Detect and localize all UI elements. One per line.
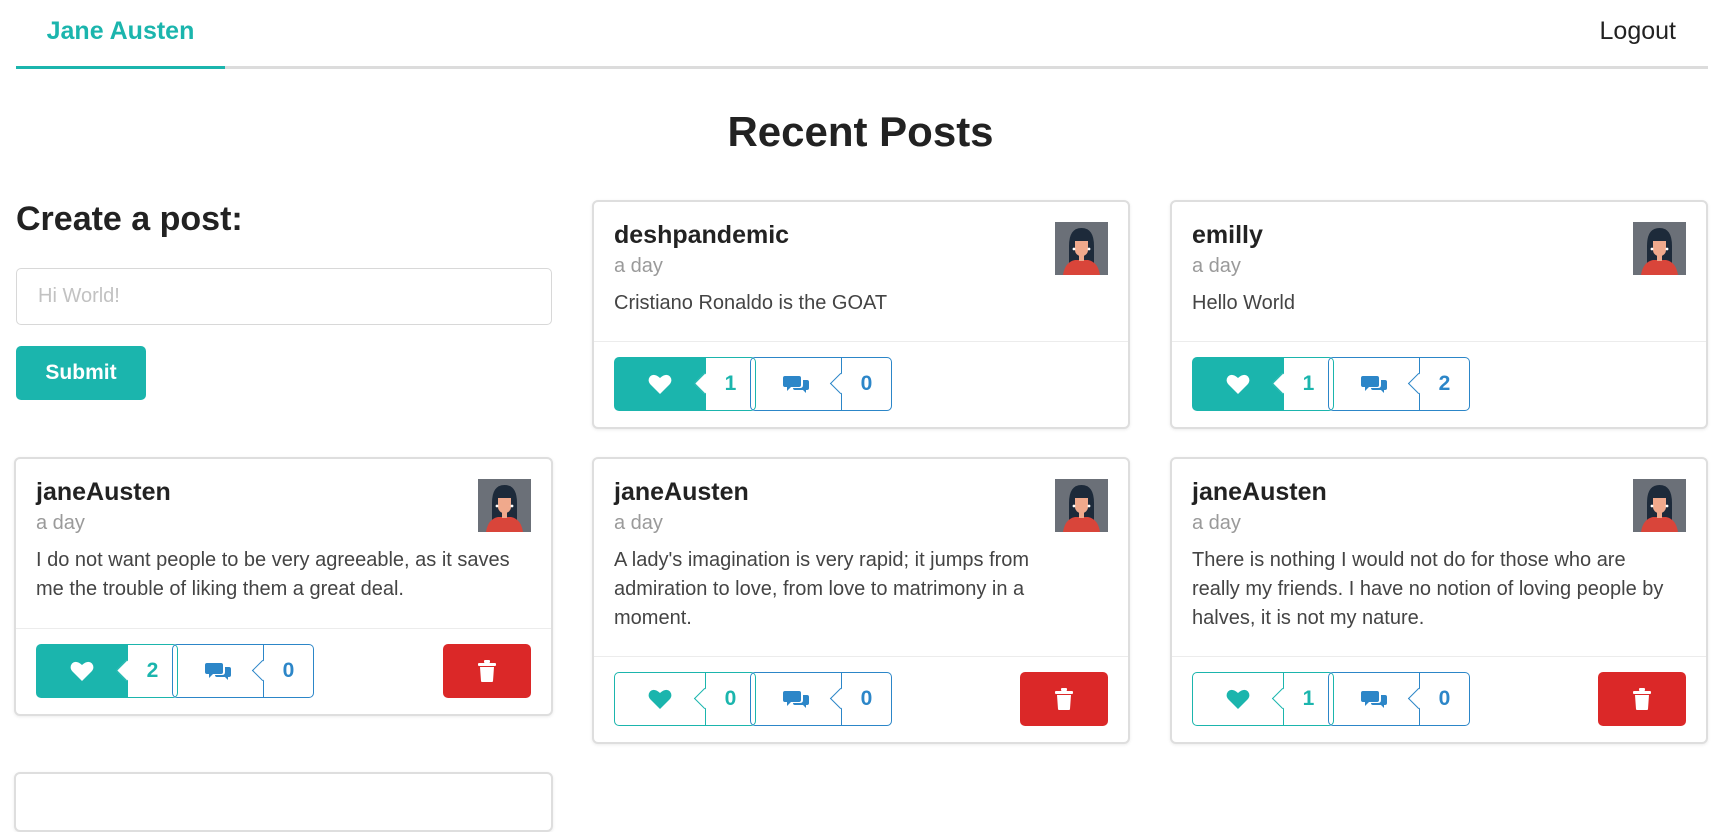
post-author: deshpandemic [614, 221, 790, 249]
top-nav: Jane Austen Logout [16, 0, 1708, 69]
post-input[interactable] [16, 268, 552, 325]
create-post-form: Create a post: Submit [16, 200, 552, 400]
like-button[interactable]: 1 [1192, 357, 1334, 411]
delete-button[interactable] [443, 644, 531, 698]
post-time: a day [36, 512, 85, 534]
like-count: 1 [706, 357, 756, 411]
trash-icon [1633, 688, 1651, 710]
comments-icon [1328, 672, 1420, 726]
trash-icon [478, 660, 496, 682]
create-post-heading: Create a post: [16, 200, 243, 238]
like-count: 2 [128, 644, 178, 698]
post-card: emilly a day Hello World 1 2 [1170, 200, 1708, 429]
heart-icon [614, 672, 706, 726]
like-count: 0 [706, 672, 756, 726]
trash-icon [1055, 688, 1073, 710]
comment-count: 0 [264, 644, 314, 698]
post-author: emilly [1192, 221, 1263, 249]
post-text: There is nothing I would not do for thos… [1192, 549, 1664, 629]
post-author: janeAusten [1192, 478, 1327, 506]
comments-icon [750, 357, 842, 411]
nav-user-tab[interactable]: Jane Austen [16, 0, 225, 69]
avatar [478, 479, 531, 532]
comment-button[interactable]: 0 [172, 644, 314, 698]
comments-icon [750, 672, 842, 726]
post-time: a day [614, 255, 663, 277]
comment-count: 0 [842, 672, 892, 726]
post-actions: 1 0 [594, 341, 1128, 427]
post-author: janeAusten [614, 478, 749, 506]
heart-icon [1192, 357, 1284, 411]
avatar [1633, 222, 1686, 275]
post-card: janeAusten a day I do not want people to… [14, 457, 553, 716]
post-text: I do not want people to be very agreeabl… [36, 549, 510, 600]
post-actions: 2 0 [16, 628, 551, 714]
like-count: 1 [1284, 672, 1334, 726]
post-text: Cristiano Ronaldo is the GOAT [614, 292, 888, 314]
avatar [1055, 479, 1108, 532]
heart-icon [1192, 672, 1284, 726]
submit-button[interactable]: Submit [16, 346, 146, 400]
like-button[interactable]: 0 [614, 672, 756, 726]
post-body: janeAusten a day There is nothing I woul… [1172, 459, 1706, 633]
comment-count: 2 [1420, 357, 1470, 411]
comments-icon [172, 644, 264, 698]
post-text: A lady's imagination is very rapid; it j… [614, 549, 1030, 629]
post-card: deshpandemic a day Cristiano Ronaldo is … [592, 200, 1130, 429]
logout-link[interactable]: Logout [1600, 0, 1676, 62]
page-title: Recent Posts [727, 108, 994, 155]
post-author: janeAusten [36, 478, 171, 506]
post-card: janeAusten a day A lady's imagination is… [592, 457, 1130, 744]
post-card: janeAusten a day There is nothing I woul… [1170, 457, 1708, 744]
post-time: a day [1192, 512, 1241, 534]
like-button[interactable]: 1 [1192, 672, 1334, 726]
comment-button[interactable]: 0 [750, 357, 892, 411]
comment-button[interactable]: 0 [1328, 672, 1470, 726]
post-actions: 0 0 [594, 656, 1128, 742]
post-time: a day [614, 512, 663, 534]
heart-icon [36, 644, 128, 698]
post-time: a day [1192, 255, 1241, 277]
post-body: deshpandemic a day Cristiano Ronaldo is … [594, 202, 1128, 318]
comment-button[interactable]: 2 [1328, 357, 1470, 411]
post-card-partial [14, 772, 553, 832]
delete-button[interactable] [1020, 672, 1108, 726]
like-button[interactable]: 2 [36, 644, 178, 698]
like-count: 1 [1284, 357, 1334, 411]
comments-icon [1328, 357, 1420, 411]
post-body: janeAusten a day A lady's imagination is… [594, 459, 1128, 633]
comment-count: 0 [842, 357, 892, 411]
avatar [1055, 222, 1108, 275]
post-actions: 1 2 [1172, 341, 1706, 427]
like-button[interactable]: 1 [614, 357, 756, 411]
heart-icon [614, 357, 706, 411]
comment-button[interactable]: 0 [750, 672, 892, 726]
post-text: Hello World [1192, 292, 1295, 314]
comment-count: 0 [1420, 672, 1470, 726]
post-body: emilly a day Hello World [1172, 202, 1706, 318]
avatar [1633, 479, 1686, 532]
post-body: janeAusten a day I do not want people to… [16, 459, 551, 604]
post-actions: 1 0 [1172, 656, 1706, 742]
delete-button[interactable] [1598, 672, 1686, 726]
